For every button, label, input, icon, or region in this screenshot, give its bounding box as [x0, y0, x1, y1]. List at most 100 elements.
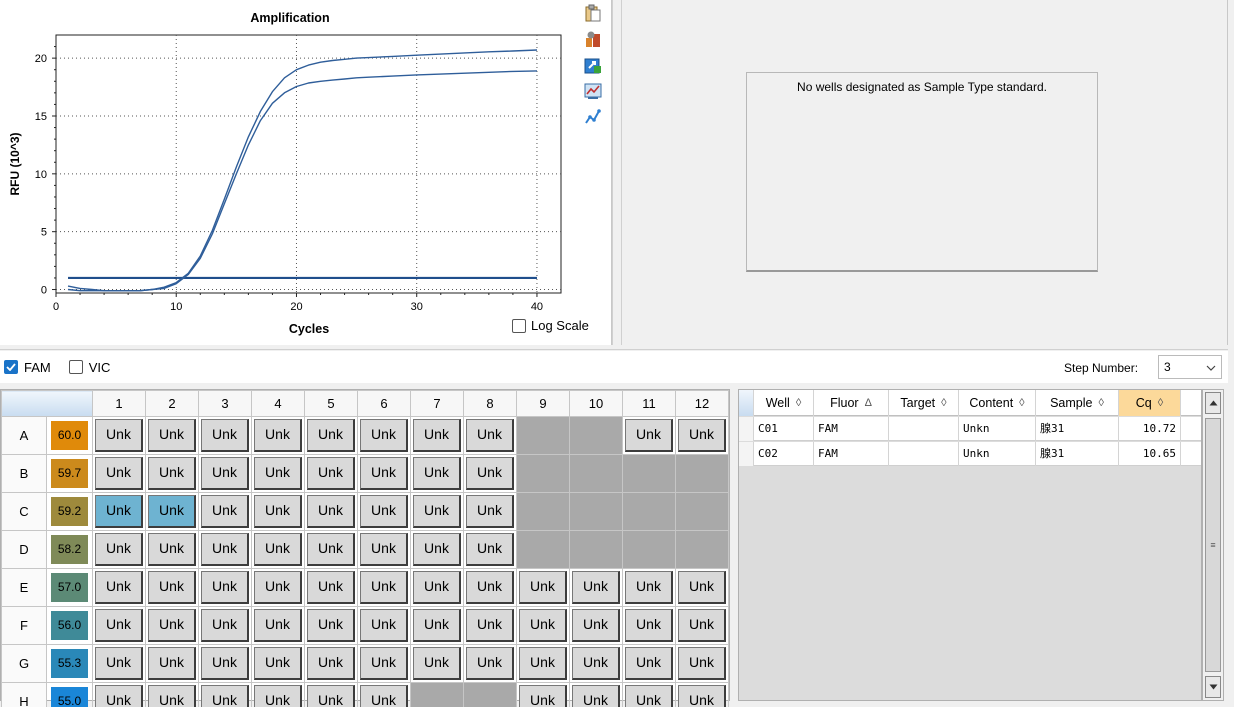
well-c10[interactable]: [569, 492, 623, 531]
well-d4[interactable]: Unk: [251, 530, 305, 569]
well-content-label[interactable]: Unk: [360, 685, 408, 707]
well-content-label[interactable]: Unk: [95, 571, 143, 604]
well-content-label[interactable]: Unk: [572, 685, 620, 707]
well-content-label[interactable]: Unk: [201, 609, 249, 642]
well-b11[interactable]: [622, 454, 676, 493]
well-content-label[interactable]: Unk: [466, 533, 514, 566]
well-d11[interactable]: [622, 530, 676, 569]
plate-row-header[interactable]: A: [1, 416, 47, 455]
well-e3[interactable]: Unk: [198, 568, 252, 607]
plate-column-header[interactable]: 12: [675, 390, 729, 417]
well-content-label[interactable]: Unk: [413, 571, 461, 604]
well-h10[interactable]: Unk: [569, 682, 623, 707]
scroll-down-button[interactable]: [1205, 676, 1221, 698]
well-content-label[interactable]: Unk: [519, 571, 567, 604]
well-content-label[interactable]: Unk: [466, 457, 514, 490]
results-header-target[interactable]: Target ◊: [889, 390, 959, 416]
well-content-label[interactable]: Unk: [466, 495, 514, 528]
plate-row-header[interactable]: E: [1, 568, 47, 607]
well-e4[interactable]: Unk: [251, 568, 305, 607]
step-number-select[interactable]: 3: [1158, 355, 1222, 379]
fluor-option-vic[interactable]: VIC: [68, 360, 110, 375]
well-f9[interactable]: Unk: [516, 606, 570, 645]
well-content-label[interactable]: Unk: [360, 571, 408, 604]
well-e12[interactable]: Unk: [675, 568, 729, 607]
well-g1[interactable]: Unk: [92, 644, 146, 683]
well-g7[interactable]: Unk: [410, 644, 464, 683]
well-content-label[interactable]: Unk: [148, 609, 196, 642]
well-a6[interactable]: Unk: [357, 416, 411, 455]
well-c7[interactable]: Unk: [410, 492, 464, 531]
well-e5[interactable]: Unk: [304, 568, 358, 607]
well-content-label[interactable]: Unk: [307, 495, 355, 528]
plate-column-header[interactable]: 9: [516, 390, 570, 417]
scroll-thumb[interactable]: ≡: [1205, 418, 1221, 672]
well-f2[interactable]: Unk: [145, 606, 199, 645]
well-content-label[interactable]: Unk: [95, 419, 143, 452]
well-h6[interactable]: Unk: [357, 682, 411, 707]
well-content-label[interactable]: Unk: [466, 571, 514, 604]
well-content-label[interactable]: Unk: [413, 495, 461, 528]
well-content-label[interactable]: Unk: [201, 419, 249, 452]
well-content-label[interactable]: Unk: [519, 609, 567, 642]
well-b5[interactable]: Unk: [304, 454, 358, 493]
well-h8[interactable]: [463, 682, 517, 707]
well-d2[interactable]: Unk: [145, 530, 199, 569]
well-content-label[interactable]: Unk: [360, 419, 408, 452]
well-e2[interactable]: Unk: [145, 568, 199, 607]
well-d7[interactable]: Unk: [410, 530, 464, 569]
well-content-label[interactable]: Unk: [307, 647, 355, 680]
well-a8[interactable]: Unk: [463, 416, 517, 455]
well-a5[interactable]: Unk: [304, 416, 358, 455]
well-b2[interactable]: Unk: [145, 454, 199, 493]
well-content-label[interactable]: Unk: [413, 419, 461, 452]
results-header-content[interactable]: Content ◊: [959, 390, 1036, 416]
well-content-label[interactable]: Unk: [360, 495, 408, 528]
well-h11[interactable]: Unk: [622, 682, 676, 707]
well-g11[interactable]: Unk: [622, 644, 676, 683]
well-b9[interactable]: [516, 454, 570, 493]
well-content-label[interactable]: Unk: [625, 609, 673, 642]
results-scrollbar[interactable]: ≡: [1202, 389, 1224, 701]
well-h1[interactable]: Unk: [92, 682, 146, 707]
well-content-label[interactable]: Unk: [625, 419, 673, 452]
well-content-label[interactable]: Unk: [254, 647, 302, 680]
results-row[interactable]: C01 FAM Unkn 腺31 10.72: [739, 417, 1201, 441]
well-content-label[interactable]: Unk: [254, 533, 302, 566]
plate-column-header[interactable]: 11: [622, 390, 676, 417]
well-content-label[interactable]: Unk: [254, 609, 302, 642]
plate-column-header[interactable]: 3: [198, 390, 252, 417]
export-icon[interactable]: [583, 55, 603, 75]
well-f1[interactable]: Unk: [92, 606, 146, 645]
well-b1[interactable]: Unk: [92, 454, 146, 493]
well-h12[interactable]: Unk: [675, 682, 729, 707]
well-c3[interactable]: Unk: [198, 492, 252, 531]
well-content-label[interactable]: Unk: [95, 647, 143, 680]
well-b8[interactable]: Unk: [463, 454, 517, 493]
plate-row-header[interactable]: D: [1, 530, 47, 569]
well-g6[interactable]: Unk: [357, 644, 411, 683]
well-d10[interactable]: [569, 530, 623, 569]
well-b7[interactable]: Unk: [410, 454, 464, 493]
well-content-label[interactable]: Unk: [678, 609, 726, 642]
well-content-label[interactable]: Unk: [572, 609, 620, 642]
well-g5[interactable]: Unk: [304, 644, 358, 683]
well-a7[interactable]: Unk: [410, 416, 464, 455]
well-d8[interactable]: Unk: [463, 530, 517, 569]
well-f4[interactable]: Unk: [251, 606, 305, 645]
well-content-label[interactable]: Unk: [201, 533, 249, 566]
plate-row-header[interactable]: B: [1, 454, 47, 493]
chart-options-icon[interactable]: [583, 81, 603, 101]
well-g4[interactable]: Unk: [251, 644, 305, 683]
well-content-label[interactable]: Unk: [413, 647, 461, 680]
plate-row-header[interactable]: G: [1, 644, 47, 683]
fluor-option-fam[interactable]: FAM: [4, 360, 51, 375]
well-content-label[interactable]: Unk: [678, 685, 726, 707]
well-b6[interactable]: Unk: [357, 454, 411, 493]
plate-column-header[interactable]: 5: [304, 390, 358, 417]
well-content-label[interactable]: Unk: [466, 647, 514, 680]
well-content-label[interactable]: Unk: [678, 571, 726, 604]
well-content-label[interactable]: Unk: [254, 419, 302, 452]
well-content-label[interactable]: Unk: [254, 571, 302, 604]
well-content-label[interactable]: Unk: [678, 647, 726, 680]
